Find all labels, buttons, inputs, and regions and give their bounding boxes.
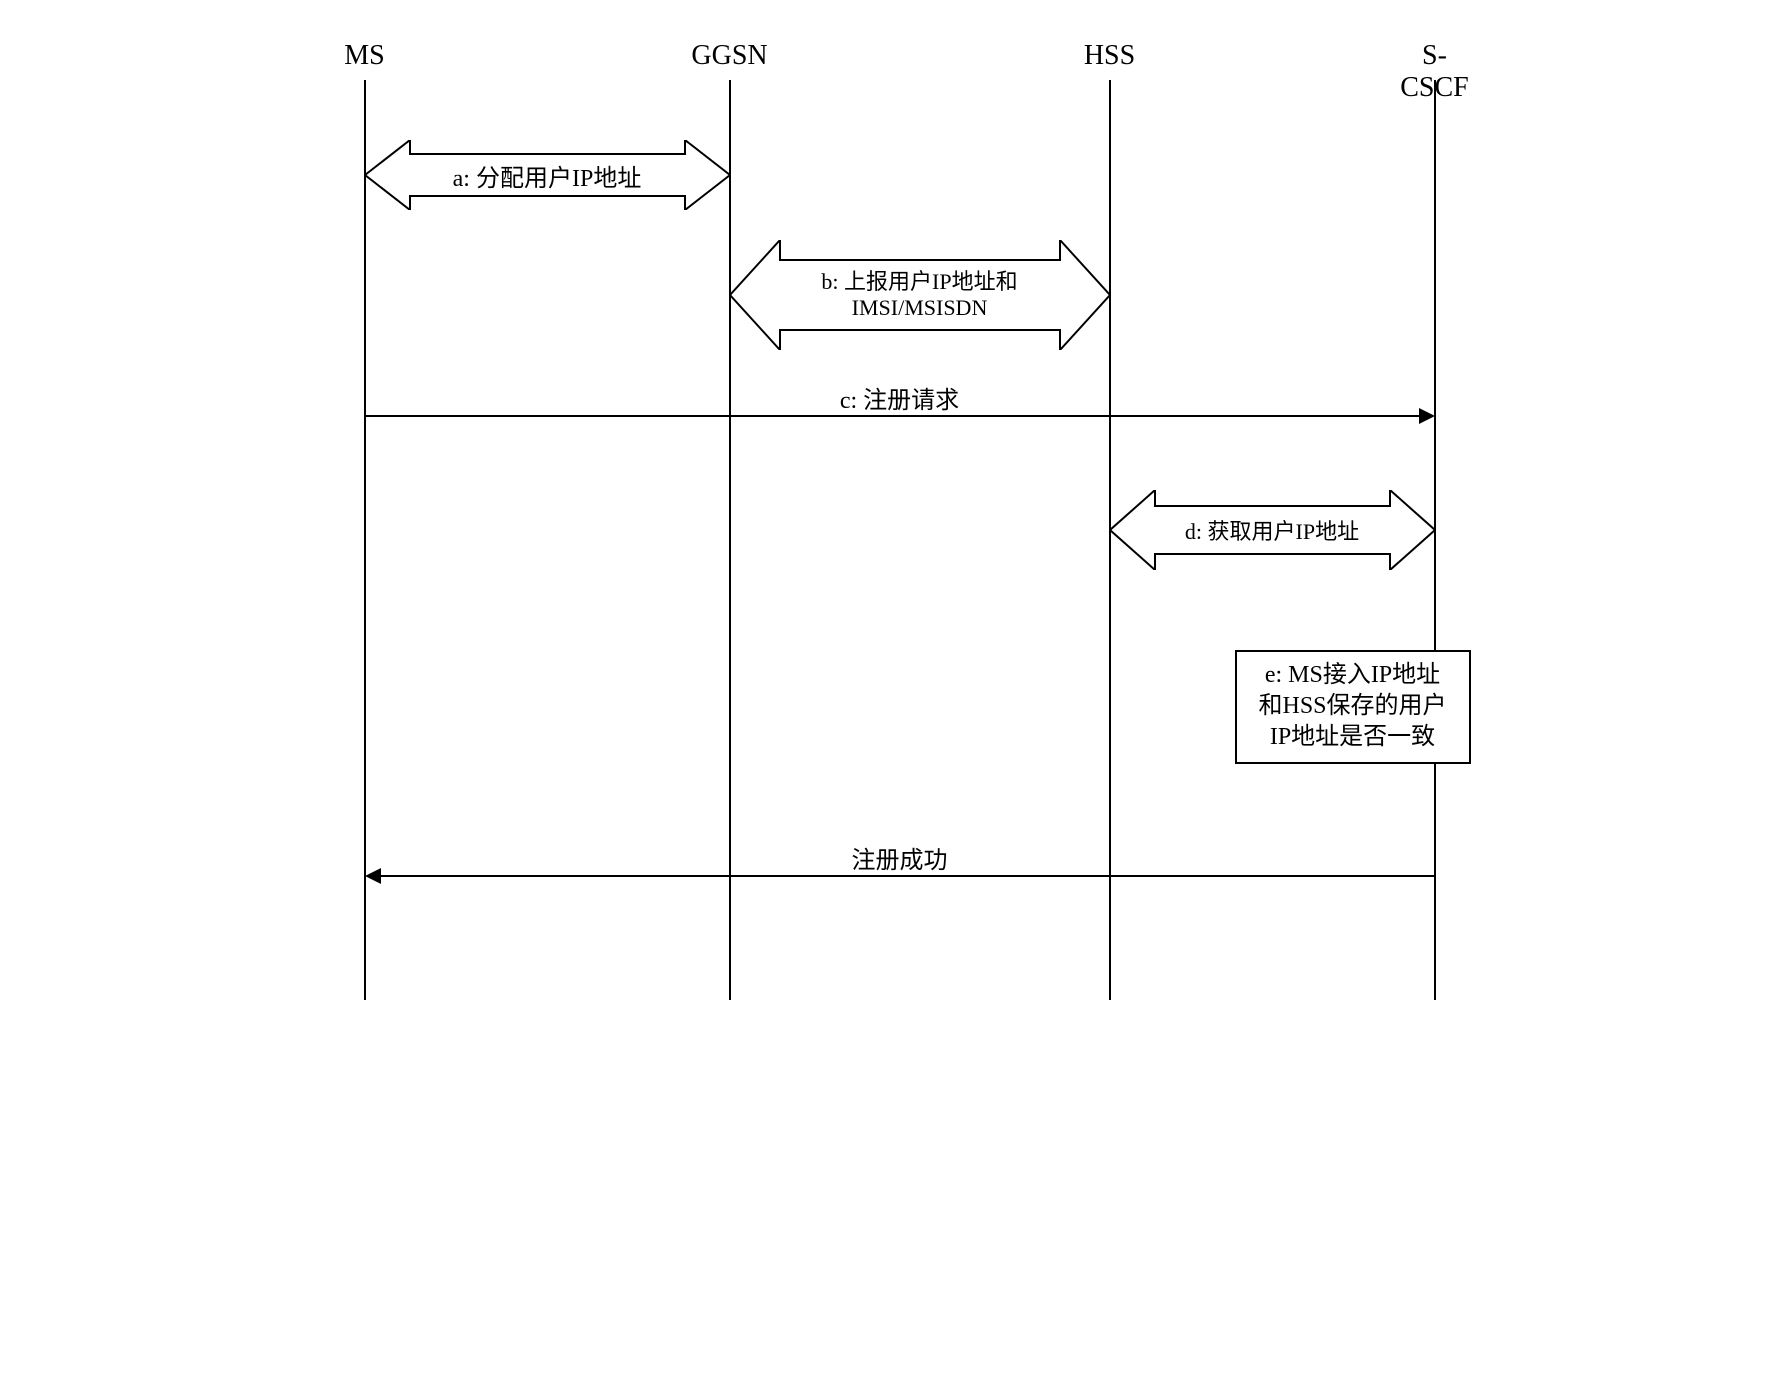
decision-e-line3: IP地址是否一致 xyxy=(1243,722,1463,753)
lifeline-ms xyxy=(364,80,366,1000)
arrow-d: d: 获取用户IP地址 xyxy=(1110,490,1435,570)
msg-c-line xyxy=(365,415,1433,417)
arrow-a: a: 分配用户IP地址 xyxy=(365,140,730,210)
actor-hss: HSS xyxy=(1084,40,1135,72)
decision-e-line2: 和HSS保存的用户 xyxy=(1243,691,1463,722)
arrow-b: b: 上报用户IP地址和 IMSI/MSISDN xyxy=(730,240,1110,350)
actor-ggsn: GGSN xyxy=(691,40,767,72)
arrow-d-label: d: 获取用户IP地址 xyxy=(1185,514,1359,546)
msg-c-label: c: 注册请求 xyxy=(840,380,959,415)
msg-c-arrowhead xyxy=(1419,408,1435,424)
arrow-b-label-2: IMSI/MSISDN xyxy=(852,295,988,321)
decision-e-line1: e: MS接入IP地址 xyxy=(1243,660,1463,691)
sequence-diagram: MS GGSN HSS S-CSCF a: 分配用户IP地址 b: 上报用户IP… xyxy=(295,40,1495,1040)
msg-success-arrowhead xyxy=(365,868,381,884)
arrow-a-label: a: 分配用户IP地址 xyxy=(453,158,642,193)
actor-ms: MS xyxy=(344,40,384,72)
msg-success-label: 注册成功 xyxy=(852,840,948,875)
decision-e: e: MS接入IP地址 和HSS保存的用户 IP地址是否一致 xyxy=(1235,650,1471,764)
arrow-b-label-1: b: 上报用户IP地址和 xyxy=(821,269,1017,295)
msg-success-line xyxy=(367,875,1435,877)
lifeline-ggsn xyxy=(729,80,731,1000)
